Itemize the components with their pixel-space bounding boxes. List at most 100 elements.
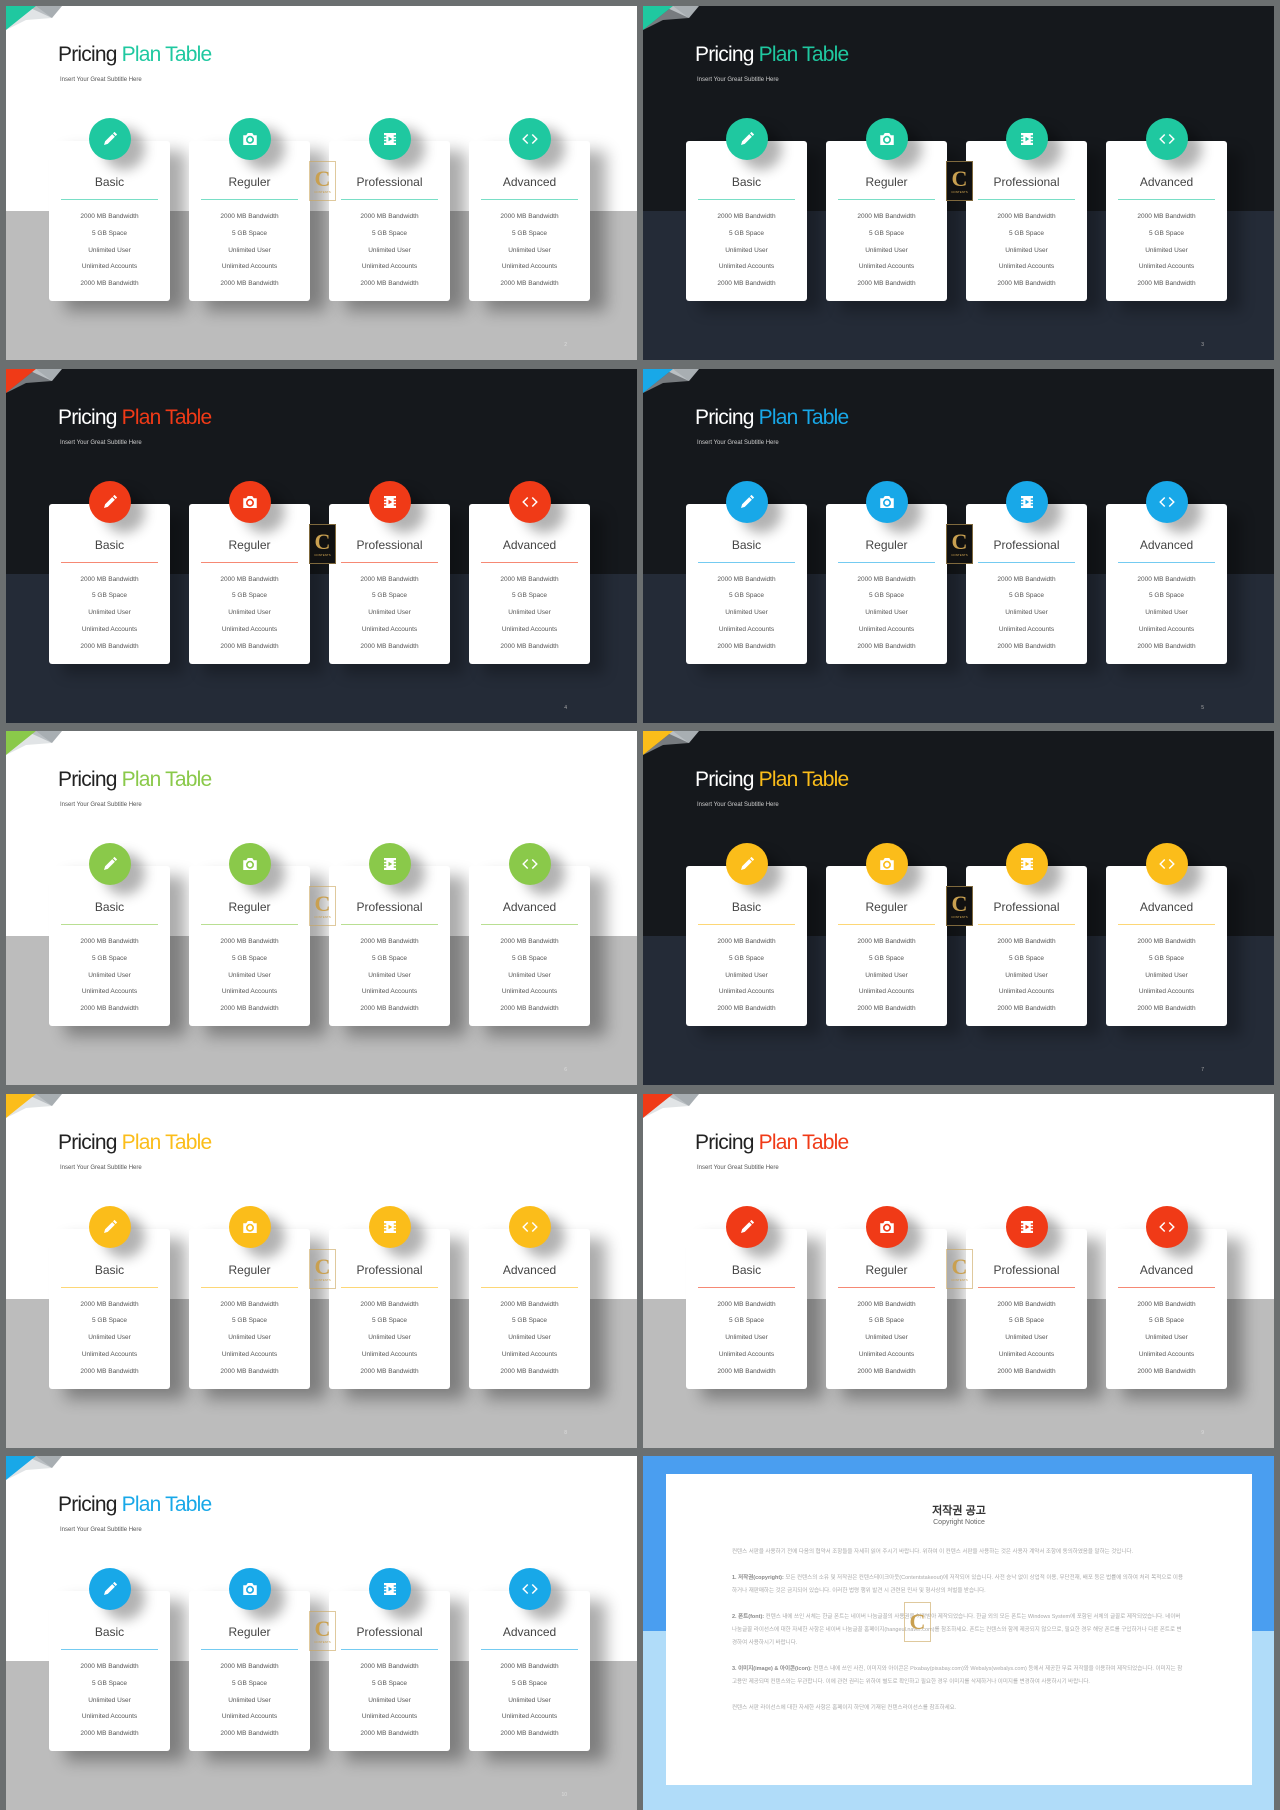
notice-section: 1. 저작권(copyright): 모든 컨텐스의 소유 및 저작권은 컨텐스…	[732, 1572, 1186, 1598]
feature-item: 2000 MB Bandwidth	[80, 213, 139, 220]
pricing-card-professional[interactable]: Professional 2000 MB Bandwidth 5 GB Space…	[329, 1205, 450, 1389]
feature-item: 2000 MB Bandwidth	[500, 1300, 559, 1308]
pricing-card-reguler[interactable]: Reguler 2000 MB Bandwidth 5 GB Space Unlim…	[826, 480, 947, 664]
feature-item: 2000 MB Bandwidth	[717, 1300, 776, 1308]
pricing-card-advanced[interactable]: Advanced 2000 MB Bandwidth 5 GB Space Unli…	[469, 1205, 590, 1389]
plan-divider	[481, 199, 578, 200]
watermark-logo: C CONTENTS	[946, 523, 973, 564]
feature-item: Unlimited Accounts	[718, 1350, 775, 1358]
film-icon	[1018, 855, 1036, 873]
copyright-notice-slide[interactable]: 저작권 공고 Copyright Notice 컨텐스 서판을 사용하기 전에 …	[643, 1456, 1274, 1810]
pricing-card-professional[interactable]: Professional 2000 MB Bandwidth 5 GB Space…	[329, 1568, 450, 1751]
pricing-card-professional[interactable]: Professional 2000 MB Bandwidth 5 GB Space…	[966, 843, 1087, 1026]
pricing-card-reguler[interactable]: Reguler 2000 MB Bandwidth 5 GB Space Unlim…	[189, 480, 310, 664]
pricing-card-advanced[interactable]: Advanced 2000 MB Bandwidth 5 GB Space Unli…	[469, 118, 590, 301]
feature-item: 2000 MB Bandwidth	[997, 938, 1056, 945]
pricing-slide[interactable]: Pricing Plan Table Insert Your Great Sub…	[643, 6, 1274, 360]
pricing-card-basic[interactable]: Basic 2000 MB Bandwidth 5 GB Space Unlimit…	[686, 843, 807, 1026]
watermark-letter: C	[951, 1253, 968, 1279]
plan-icon-badge	[229, 843, 271, 885]
feature-item: 5 GB Space	[511, 229, 548, 237]
feature-item: 2000 MB Bandwidth	[997, 1300, 1056, 1308]
plan-divider	[201, 199, 298, 200]
feature-list: 2000 MB Bandwidth 5 GB Space Unlimited Use…	[329, 209, 450, 293]
plan-divider	[61, 924, 158, 925]
pricing-card-professional[interactable]: Professional 2000 MB Bandwidth 5 GB Space…	[966, 1205, 1087, 1389]
pricing-card-advanced[interactable]: Advanced 2000 MB Bandwidth 5 GB Space Unli…	[1106, 1205, 1227, 1389]
watermark-logo: C CONTENTS	[309, 1611, 336, 1651]
pricing-card-basic[interactable]: Basic 2000 MB Bandwidth 5 GB Space Unlimit…	[49, 118, 170, 301]
pricing-card-professional[interactable]: Professional 2000 MB Bandwidth 5 GB Space…	[329, 480, 450, 664]
slide-title: Pricing Plan Table	[695, 43, 849, 67]
pricing-slide[interactable]: Pricing Plan Table Insert Your Great Sub…	[643, 1093, 1274, 1448]
film-icon	[381, 130, 399, 148]
plan-icon-badge	[369, 480, 411, 523]
page-number: 9	[1201, 1429, 1204, 1436]
pricing-card-reguler[interactable]: Reguler 2000 MB Bandwidth 5 GB Space Unlim…	[189, 843, 310, 1026]
pricing-card-basic[interactable]: Basic 2000 MB Bandwidth 5 GB Space Unlimit…	[49, 1568, 170, 1751]
slide-subtitle: Insert Your Great Subtitle Here	[697, 1164, 779, 1171]
code-icon	[521, 130, 539, 148]
title-primary: Pricing	[695, 768, 754, 791]
corner-decoration-icon	[6, 731, 62, 755]
camera-icon	[878, 493, 896, 511]
pricing-card-basic[interactable]: Basic 2000 MB Bandwidth 5 GB Space Unlimit…	[49, 480, 170, 664]
plan-divider	[978, 924, 1075, 925]
title-accent: Plan Table	[121, 1493, 213, 1516]
pricing-card-advanced[interactable]: Advanced 2000 MB Bandwidth 5 GB Space Unli…	[469, 480, 590, 664]
pricing-card-professional[interactable]: Professional 2000 MB Bandwidth 5 GB Space…	[329, 843, 450, 1026]
pricing-card-basic[interactable]: Basic 2000 MB Bandwidth 5 GB Space Unlimit…	[686, 118, 807, 301]
pricing-card-basic[interactable]: Basic 2000 MB Bandwidth 5 GB Space Unlimit…	[49, 843, 170, 1026]
pricing-card-reguler[interactable]: Reguler 2000 MB Bandwidth 5 GB Space Unlim…	[189, 1205, 310, 1389]
pricing-slide[interactable]: Pricing Plan Table Insert Your Great Sub…	[643, 368, 1274, 723]
pricing-slide[interactable]: Pricing Plan Table Insert Your Great Sub…	[6, 1456, 637, 1810]
pricing-card-professional[interactable]: Professional 2000 MB Bandwidth 5 GB Space…	[966, 480, 1087, 664]
pricing-card-basic[interactable]: Basic 2000 MB Bandwidth 5 GB Space Unlimit…	[686, 1205, 807, 1389]
plan-icon-badge	[509, 843, 551, 885]
feature-item: 5 GB Space	[728, 592, 765, 600]
feature-item: 5 GB Space	[371, 592, 408, 600]
feature-item: 5 GB Space	[1008, 592, 1045, 600]
feature-item: Unlimited User	[1005, 609, 1048, 617]
corner-decoration-icon	[6, 1093, 62, 1118]
feature-item: Unlimited Accounts	[501, 1713, 558, 1721]
plan-icon-badge	[89, 1205, 131, 1248]
feature-item: 2000 MB Bandwidth	[360, 1005, 419, 1013]
pricing-card-reguler[interactable]: Reguler 2000 MB Bandwidth 5 GB Space Unlim…	[826, 1205, 947, 1389]
pencil-icon	[101, 130, 119, 148]
pricing-card-advanced[interactable]: Advanced 2000 MB Bandwidth 5 GB Space Unli…	[1106, 118, 1227, 301]
feature-item: Unlimited Accounts	[1138, 1350, 1195, 1358]
feature-list: 2000 MB Bandwidth 5 GB Space Unlimited Use…	[469, 572, 590, 656]
feature-list: 2000 MB Bandwidth 5 GB Space Unlimited Use…	[329, 1297, 450, 1381]
feature-list: 2000 MB Bandwidth 5 GB Space Unlimited Use…	[49, 572, 170, 656]
pricing-slide[interactable]: Pricing Plan Table Insert Your Great Sub…	[6, 368, 637, 723]
pricing-card-professional[interactable]: Professional 2000 MB Bandwidth 5 GB Space…	[329, 118, 450, 301]
pricing-card-advanced[interactable]: Advanced 2000 MB Bandwidth 5 GB Space Unli…	[469, 843, 590, 1026]
pricing-card-reguler[interactable]: Reguler 2000 MB Bandwidth 5 GB Space Unlim…	[826, 843, 947, 1026]
feature-item: 2000 MB Bandwidth	[1137, 1367, 1196, 1375]
pricing-slide[interactable]: Pricing Plan Table Insert Your Great Sub…	[6, 1093, 637, 1448]
plan-icon-badge	[866, 843, 908, 885]
pricing-slide[interactable]: Pricing Plan Table Insert Your Great Sub…	[6, 6, 637, 360]
watermark-letter: C	[314, 528, 331, 554]
pricing-card-basic[interactable]: Basic 2000 MB Bandwidth 5 GB Space Unlimit…	[49, 1205, 170, 1389]
plan-divider	[978, 199, 1075, 200]
pricing-card-professional[interactable]: Professional 2000 MB Bandwidth 5 GB Space…	[966, 118, 1087, 301]
pricing-card-reguler[interactable]: Reguler 2000 MB Bandwidth 5 GB Space Unlim…	[189, 1568, 310, 1751]
pricing-card-advanced[interactable]: Advanced 2000 MB Bandwidth 5 GB Space Unli…	[1106, 843, 1227, 1026]
pricing-card-advanced[interactable]: Advanced 2000 MB Bandwidth 5 GB Space Unli…	[469, 1568, 590, 1751]
pricing-card-basic[interactable]: Basic 2000 MB Bandwidth 5 GB Space Unlimit…	[686, 480, 807, 664]
feature-item: 2000 MB Bandwidth	[80, 938, 139, 945]
pricing-slide[interactable]: Pricing Plan Table Insert Your Great Sub…	[6, 731, 637, 1085]
pricing-slide[interactable]: Pricing Plan Table Insert Your Great Sub…	[643, 731, 1274, 1085]
plan-divider	[1118, 199, 1215, 200]
pricing-card-reguler[interactable]: Reguler 2000 MB Bandwidth 5 GB Space Unlim…	[826, 118, 947, 301]
pricing-card-advanced[interactable]: Advanced 2000 MB Bandwidth 5 GB Space Unli…	[1106, 480, 1227, 664]
plan-name: Reguler	[865, 900, 908, 914]
film-icon	[381, 1218, 399, 1236]
feature-item: 2000 MB Bandwidth	[1137, 1300, 1196, 1308]
feature-item: 2000 MB Bandwidth	[360, 1300, 419, 1308]
corner-decoration-icon	[6, 1456, 62, 1480]
plan-name: Basic	[94, 900, 125, 914]
pricing-card-reguler[interactable]: Reguler 2000 MB Bandwidth 5 GB Space Unlim…	[189, 118, 310, 301]
